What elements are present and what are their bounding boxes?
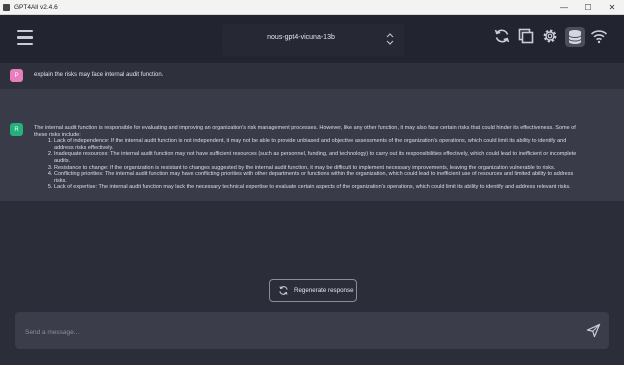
regenerate-label: Regenerate response bbox=[294, 287, 354, 294]
regenerate-button[interactable]: Regenerate response bbox=[269, 279, 357, 302]
window-title: GPT4All v2.4.6 bbox=[14, 3, 58, 11]
send-icon[interactable] bbox=[586, 323, 601, 338]
message-input-bar bbox=[15, 312, 609, 349]
risk-list: Lack of independence: If the internal au… bbox=[34, 138, 582, 191]
maximize-button[interactable]: ☐ bbox=[576, 0, 600, 14]
app-window: GPT4All v2.4.6 — ☐ ✕ nous-gpt4-vicuna-13… bbox=[0, 0, 624, 365]
list-item: Lack of expertise: The internal audit fu… bbox=[54, 184, 582, 191]
model-selector[interactable]: nous-gpt4-vicuna-13b bbox=[222, 24, 404, 56]
close-button[interactable]: ✕ bbox=[600, 0, 624, 14]
settings-icon[interactable] bbox=[541, 27, 559, 45]
message-input[interactable] bbox=[23, 324, 567, 340]
regenerate-icon bbox=[279, 286, 288, 295]
app-logo-icon bbox=[3, 3, 10, 11]
title-bar: GPT4All v2.4.6 — ☐ ✕ bbox=[0, 0, 624, 15]
wifi-icon[interactable] bbox=[590, 27, 608, 45]
list-item: Conflicting priorities: The internal aud… bbox=[54, 171, 582, 184]
model-name: nous-gpt4-vicuna-13b bbox=[267, 34, 335, 41]
chat-view: P explain the risks may face internal au… bbox=[0, 63, 624, 201]
minimize-button[interactable]: — bbox=[552, 0, 576, 14]
chevron-updown-icon bbox=[386, 33, 394, 45]
window-controls: — ☐ ✕ bbox=[552, 0, 624, 14]
reset-icon[interactable] bbox=[493, 27, 511, 45]
user-message-text: explain the risks may face internal audi… bbox=[34, 72, 164, 78]
assistant-message-text: The internal audit function is responsib… bbox=[34, 125, 582, 191]
database-icon[interactable] bbox=[565, 27, 585, 47]
copy-icon[interactable] bbox=[517, 27, 535, 45]
list-item: Inadequate resources: The internal audit… bbox=[54, 151, 582, 164]
user-message: P explain the risks may face internal au… bbox=[0, 63, 624, 89]
list-item: Lack of independence: If the internal au… bbox=[54, 138, 582, 151]
list-item: Resistance to change: If the organizatio… bbox=[54, 165, 582, 172]
assistant-intro: The internal audit function is responsib… bbox=[34, 125, 576, 138]
assistant-avatar: R bbox=[10, 123, 23, 136]
toolbar: nous-gpt4-vicuna-13b bbox=[0, 15, 624, 63]
assistant-message: R The internal audit function is respons… bbox=[0, 89, 624, 201]
menu-icon[interactable] bbox=[17, 30, 33, 46]
user-avatar: P bbox=[10, 69, 23, 82]
